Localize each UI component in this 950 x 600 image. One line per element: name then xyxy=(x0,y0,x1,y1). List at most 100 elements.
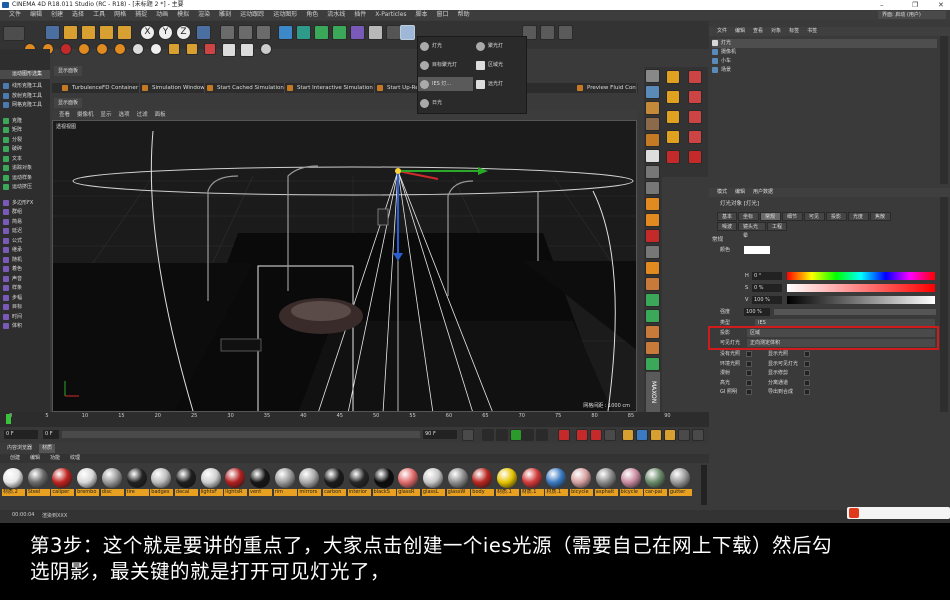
subdivision-icon[interactable] xyxy=(314,25,329,40)
tool-icon[interactable] xyxy=(645,85,660,99)
minimize-icon[interactable]: – xyxy=(880,0,884,10)
material-name[interactable]: asphalt xyxy=(594,489,618,496)
attribute-subtab[interactable]: 常规 xyxy=(760,212,781,221)
material-swatch[interactable] xyxy=(447,468,468,488)
left-tool-item[interactable]: 线形克隆工具 xyxy=(0,82,50,90)
option-checkbox[interactable] xyxy=(804,360,810,367)
material-name[interactable]: carbon xyxy=(323,489,347,496)
material-swatch[interactable] xyxy=(101,468,122,488)
material-swatch[interactable] xyxy=(348,468,369,488)
object-tool-icon[interactable] xyxy=(666,90,680,104)
material-swatch[interactable] xyxy=(77,468,98,488)
transport-button[interactable] xyxy=(622,429,634,441)
material-swatch[interactable] xyxy=(27,468,48,488)
attribute-subtab[interactable]: 噪波 xyxy=(717,222,737,231)
left-tool-item[interactable]: 追踪对象 xyxy=(0,164,50,172)
simulation-button[interactable]: Start Cached Simulation xyxy=(205,83,285,93)
tool-icon[interactable] xyxy=(645,293,660,307)
viewport-menu-item[interactable]: 查看 xyxy=(59,112,70,118)
left-tool-item[interactable]: 破碎 xyxy=(0,145,50,153)
transport-button[interactable] xyxy=(522,429,534,441)
layout-selector[interactable]: 界面: 启动 (用户) xyxy=(878,11,946,19)
material-name[interactable]: vent xyxy=(249,489,272,496)
hue-slider[interactable] xyxy=(787,272,935,280)
material-name[interactable]: 材质.1 xyxy=(545,489,569,496)
object-menu-item[interactable]: 编辑 xyxy=(735,27,745,36)
transport-button[interactable] xyxy=(692,429,704,441)
left-tool-item[interactable]: 文本 xyxy=(0,155,50,163)
material-menu-item[interactable]: 功能 xyxy=(50,454,60,463)
material-name[interactable]: bicycle xyxy=(619,489,643,496)
option-checkbox[interactable] xyxy=(746,370,752,376)
menu-item[interactable]: 插件 xyxy=(354,10,366,20)
transport-button[interactable] xyxy=(678,429,690,441)
material-name[interactable]: brembo xyxy=(76,489,100,496)
material-swatch[interactable] xyxy=(200,468,221,488)
sat-field[interactable]: 0 % xyxy=(752,284,782,292)
material-name[interactable]: lightsF xyxy=(199,489,223,496)
material-name[interactable]: tire xyxy=(125,489,149,496)
material-name[interactable]: gutter xyxy=(668,489,692,496)
x-axis-icon[interactable]: X xyxy=(140,25,155,40)
option-checkbox[interactable] xyxy=(746,379,752,386)
light-menu-area[interactable]: 区域光 xyxy=(474,58,526,72)
transport-button[interactable] xyxy=(496,429,508,441)
material-swatch[interactable] xyxy=(422,468,443,488)
transport-button[interactable] xyxy=(482,429,494,441)
left-tool-item[interactable]: 分裂 xyxy=(0,136,50,144)
tool-icon[interactable] xyxy=(645,245,660,259)
attribute-subtab[interactable]: 工程 xyxy=(767,222,787,231)
attribute-subtab[interactable]: 光度 xyxy=(848,212,869,221)
color-swatch[interactable] xyxy=(744,246,770,254)
coord-system-icon[interactable] xyxy=(196,25,211,40)
material-name[interactable]: mirrors xyxy=(298,489,322,496)
object-tool-icon[interactable] xyxy=(688,90,702,104)
material-name[interactable]: rim xyxy=(273,489,297,496)
attribute-subtab[interactable]: 焦散 xyxy=(870,212,891,221)
viewport-panel-tab[interactable]: 显示面板 xyxy=(54,98,83,108)
material-name[interactable]: decal xyxy=(174,489,198,496)
attribute-menu-item[interactable]: 用户数据 xyxy=(753,188,773,197)
material-name[interactable]: glassL xyxy=(421,489,445,496)
material-swatch[interactable] xyxy=(620,468,641,488)
attribute-subtab[interactable]: 细节 xyxy=(782,212,803,221)
plugin-icon[interactable] xyxy=(168,43,180,55)
tool-icon[interactable] xyxy=(645,101,660,115)
object-menu-item[interactable]: 对象 xyxy=(771,27,781,36)
viewport-menu-item[interactable]: 面板 xyxy=(155,112,166,118)
material-name[interactable]: 材质.1 xyxy=(520,489,544,496)
left-panel-tab[interactable]: 显示面板 xyxy=(54,66,83,76)
left-tool-item[interactable]: 放射克隆工具 xyxy=(0,92,50,100)
attribute-menu-item[interactable]: 模式 xyxy=(717,188,727,197)
left-tool-item[interactable]: 公式 xyxy=(0,237,50,245)
transport-button[interactable] xyxy=(590,429,602,441)
left-tool-item[interactable]: 体积 xyxy=(0,322,50,330)
material-swatch[interactable] xyxy=(250,468,270,488)
material-name[interactable]: body xyxy=(471,489,495,496)
transport-button[interactable] xyxy=(510,429,522,441)
plugin-icon[interactable] xyxy=(186,43,198,55)
material-name[interactable]: glassR xyxy=(397,489,421,496)
material-swatch[interactable] xyxy=(669,468,690,488)
hue-field[interactable]: 0 ° xyxy=(752,272,782,280)
material-tab[interactable]: 内容浏览器 xyxy=(4,444,35,453)
frame-end-field[interactable]: 90 F xyxy=(423,430,457,439)
intensity-field[interactable]: 100 % xyxy=(744,308,770,316)
tool-icon[interactable] xyxy=(645,277,660,291)
left-tool-item[interactable]: 克隆 xyxy=(0,117,50,125)
menu-item[interactable]: 雕刻 xyxy=(219,10,231,20)
option-checkbox[interactable] xyxy=(746,351,752,357)
material-scrollbar[interactable] xyxy=(701,465,707,505)
left-tool-item[interactable]: 目标 xyxy=(0,303,50,311)
attribute-scrollbar[interactable] xyxy=(940,197,948,412)
light-menu-target-spot[interactable]: 目标聚光灯 xyxy=(418,58,473,72)
simulation-button[interactable]: Simulation Window xyxy=(140,83,205,93)
menu-item[interactable]: 流水线 xyxy=(327,10,345,20)
material-name[interactable]: blackS xyxy=(372,489,396,496)
transport-button[interactable] xyxy=(664,429,676,441)
tool-icon[interactable] xyxy=(645,69,660,83)
menu-item[interactable]: 动画 xyxy=(156,10,168,20)
light-menu-spot[interactable]: 聚光灯 xyxy=(474,39,526,53)
gear-icon[interactable] xyxy=(96,43,108,55)
material-swatch[interactable] xyxy=(126,468,147,488)
